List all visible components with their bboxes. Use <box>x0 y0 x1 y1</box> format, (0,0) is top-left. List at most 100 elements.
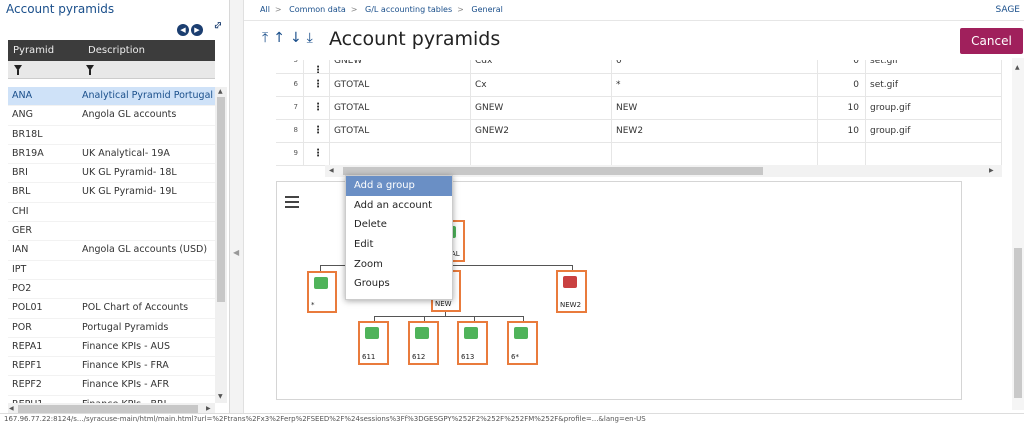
table-cell[interactable]: 10 <box>818 120 866 143</box>
cancel-button[interactable]: Cancel <box>960 28 1023 54</box>
diagram-node[interactable]: NEW2 <box>556 270 587 313</box>
scroll-thumb[interactable] <box>18 405 198 413</box>
next-record-icon[interactable]: ▶ <box>191 24 203 36</box>
pyramid-row[interactable]: REPF1 Finance KPIs - FRA <box>8 357 215 377</box>
table-cell[interactable] <box>330 143 471 166</box>
pyramid-row[interactable]: POR Portugal Pyramids <box>8 319 215 338</box>
scroll-right-icon[interactable]: ▶ <box>206 405 211 412</box>
scroll-left-icon[interactable]: ◀ <box>329 167 334 174</box>
pyramid-row[interactable]: BR18L <box>8 126 215 145</box>
menu-item-zoom[interactable]: Zoom <box>346 255 452 275</box>
pyramid-row[interactable]: BR19A UK Analytical- 19A <box>8 145 215 165</box>
table-cell[interactable]: 0 <box>818 74 866 97</box>
table-cell[interactable]: GNEW <box>471 97 612 120</box>
table-cell[interactable]: GTOTAL <box>330 74 471 97</box>
scroll-down-icon[interactable]: ▼ <box>218 393 223 400</box>
pyramid-row[interactable]: BRL UK GL Pyramid- 19L <box>8 183 215 203</box>
pyramid-row[interactable]: REPF2 Finance KPIs - AFR <box>8 376 215 396</box>
row-actions[interactable]: ⋮ <box>304 60 330 73</box>
table-cell[interactable]: group.gif <box>866 120 1002 143</box>
diagram-node[interactable]: 612 <box>408 321 439 365</box>
expand-icon[interactable]: ⇕ <box>210 18 226 34</box>
row-menu-icon[interactable]: ⋮ <box>313 102 323 113</box>
move-down-icon[interactable]: ↓ <box>290 30 307 46</box>
row-menu-icon[interactable]: ⋮ <box>313 125 323 136</box>
move-last-icon[interactable]: ⤓ <box>307 30 318 46</box>
scroll-left-icon[interactable]: ◀ <box>9 405 14 412</box>
table-cell[interactable]: 10 <box>818 97 866 120</box>
table-cell[interactable]: Cx <box>471 74 612 97</box>
scroll-right-icon[interactable]: ▶ <box>989 167 994 174</box>
table-cell[interactable]: * <box>612 74 818 97</box>
row-actions[interactable]: ⋮ <box>304 74 330 97</box>
menu-item-add-group[interactable]: Add a group <box>346 176 452 196</box>
table-cell[interactable] <box>866 143 1002 166</box>
pyramid-row[interactable]: REPA1 Finance KPIs - AUS <box>8 338 215 358</box>
menu-item-add-account[interactable]: Add an account <box>346 196 452 216</box>
pyramid-row[interactable]: BRI UK GL Pyramid- 18L <box>8 164 215 184</box>
scroll-up-icon[interactable]: ▲ <box>218 88 223 95</box>
table-cell[interactable]: GTOTAL <box>330 120 471 143</box>
table-cell[interactable]: GTOTAL <box>330 97 471 120</box>
menu-icon[interactable] <box>285 196 299 211</box>
pyramid-row[interactable]: POL01 POL Chart of Accounts <box>8 299 215 319</box>
table-row[interactable]: 6 ⋮ GTOTAL Cx * 0 set.gif <box>276 74 1002 97</box>
collapse-left-icon[interactable]: ◀ <box>233 248 239 257</box>
row-actions[interactable]: ⋮ <box>304 143 330 166</box>
table-cell[interactable]: set.gif <box>866 60 1002 73</box>
row-menu-icon[interactable]: ⋮ <box>313 148 323 159</box>
row-actions[interactable]: ⋮ <box>304 97 330 120</box>
move-up-icon[interactable]: ↑ <box>273 30 290 46</box>
menu-item-delete[interactable]: Delete <box>346 215 452 235</box>
pyramid-row[interactable]: ANA Analytical Pyramid Portugal <box>8 87 215 107</box>
row-actions[interactable]: ⋮ <box>304 120 330 143</box>
table-cell[interactable]: GNEW2 <box>471 120 612 143</box>
previous-record-icon[interactable]: ◀ <box>177 24 189 36</box>
pyramid-row[interactable]: GER <box>8 222 215 242</box>
scroll-up-icon[interactable]: ▲ <box>1015 64 1020 71</box>
diagram-node[interactable]: 6* <box>507 321 538 365</box>
vertical-scrollbar[interactable]: ▲ ▼ <box>215 87 227 403</box>
row-menu-icon[interactable]: ⋮ <box>313 65 323 73</box>
pyramid-row[interactable]: CHI <box>8 203 215 223</box>
pyramid-row[interactable]: IPT <box>8 261 215 280</box>
pyramid-row[interactable]: IAN Angola GL accounts (USD) <box>8 241 215 261</box>
filter-icon[interactable] <box>86 65 94 75</box>
menu-item-groups[interactable]: Groups <box>346 274 452 294</box>
pyramid-row[interactable]: PO2 <box>8 280 215 300</box>
breadcrumb-item[interactable]: All <box>260 5 270 14</box>
table-cell[interactable]: Cdx <box>471 60 612 73</box>
table-cell[interactable]: NEW <box>612 97 818 120</box>
pyramid-row[interactable]: ANG Angola GL accounts <box>8 106 215 126</box>
table-cell[interactable]: NEW2 <box>612 120 818 143</box>
panel-splitter[interactable]: ◀ <box>230 0 244 425</box>
breadcrumb-item[interactable]: General <box>471 5 503 14</box>
menu-item-edit[interactable]: Edit <box>346 235 452 255</box>
table-row[interactable]: 8 ⋮ GTOTAL GNEW2 NEW2 10 group.gif <box>276 120 1002 143</box>
row-menu-icon[interactable]: ⋮ <box>313 79 323 90</box>
table-cell[interactable]: 0 <box>612 60 818 73</box>
breadcrumb-item[interactable]: Common data <box>289 5 346 14</box>
table-cell[interactable] <box>612 143 818 166</box>
page-vertical-scrollbar[interactable]: ▲ <box>1012 58 1024 410</box>
table-row[interactable]: 9 ⋮ <box>276 143 1002 166</box>
table-cell[interactable]: 0 <box>818 60 866 73</box>
filter-icon[interactable] <box>14 65 22 75</box>
table-cell[interactable]: set.gif <box>866 74 1002 97</box>
scroll-thumb[interactable] <box>217 97 225 302</box>
column-header-pyramid[interactable]: Pyramid <box>13 45 54 56</box>
diagram-node[interactable]: 613 <box>457 321 488 365</box>
table-cell[interactable]: group.gif <box>866 97 1002 120</box>
table-cell[interactable]: GNEW <box>330 60 471 73</box>
breadcrumb-item[interactable]: G/L accounting tables <box>365 5 452 14</box>
table-cell[interactable] <box>818 143 866 166</box>
table-row[interactable]: 7 ⋮ GTOTAL GNEW NEW 10 group.gif <box>276 97 1002 120</box>
diagram-node[interactable]: * <box>307 271 337 313</box>
scroll-thumb[interactable] <box>1014 248 1022 398</box>
table-cell[interactable] <box>471 143 612 166</box>
table-row[interactable]: 5 ⋮ GNEW Cdx 0 0 set.gif <box>276 60 1002 74</box>
column-header-description[interactable]: Description <box>88 45 145 56</box>
scroll-thumb[interactable] <box>343 167 763 175</box>
move-first-icon[interactable]: ⤒ <box>262 30 273 46</box>
diagram-node[interactable]: 611 <box>358 321 389 365</box>
